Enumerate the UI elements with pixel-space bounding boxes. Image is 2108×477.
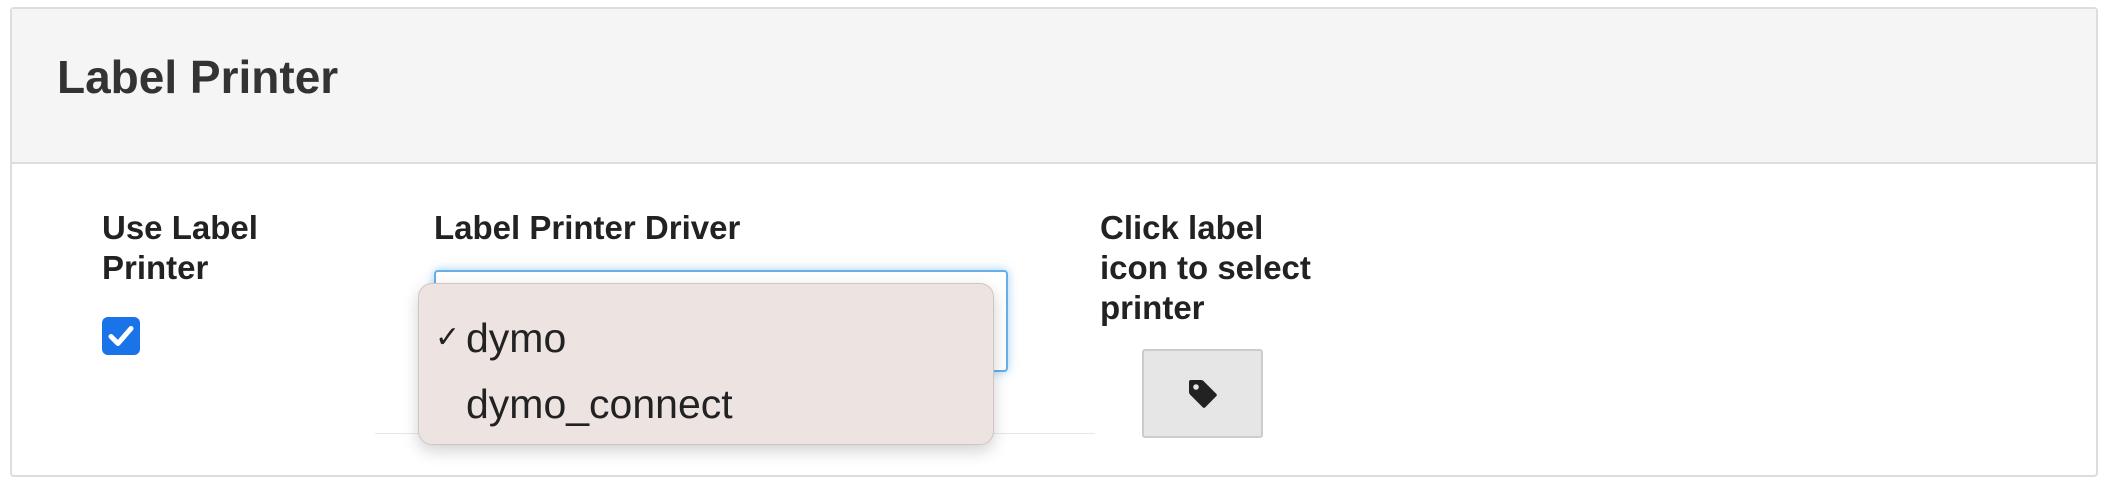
select-printer-label: Click label icon to select printer	[1100, 208, 1350, 328]
use-label-printer-label-line1: Use Label	[102, 209, 258, 246]
driver-option-dymo[interactable]: ✓ dymo	[419, 308, 993, 368]
select-printer-button[interactable]	[1142, 349, 1263, 438]
select-printer-label-line1: Click label	[1100, 209, 1264, 246]
use-label-printer-label: Use Label Printer	[102, 208, 302, 288]
select-printer-label-line2: icon to select	[1100, 249, 1311, 286]
selected-check-icon: ✓	[435, 321, 461, 354]
checkmark-icon	[108, 326, 134, 346]
driver-option-label: dymo	[466, 315, 567, 361]
tag-icon	[1188, 379, 1217, 408]
panel-title: Label Printer	[57, 51, 339, 103]
select-printer-label-line3: printer	[1100, 289, 1205, 326]
use-label-printer-checkbox[interactable]	[102, 317, 140, 355]
driver-option-dymo-connect[interactable]: dymo_connect	[419, 374, 993, 434]
label-printer-driver-label: Label Printer Driver	[434, 209, 741, 246]
driver-dropdown-menu: ✓ dymo dymo_connect	[418, 283, 994, 445]
label-printer-panel: Label Printer	[10, 7, 2098, 477]
use-label-printer-label-line2: Printer	[102, 249, 209, 286]
driver-option-label: dymo_connect	[466, 381, 733, 427]
panel-heading: Label Printer	[12, 9, 2096, 164]
